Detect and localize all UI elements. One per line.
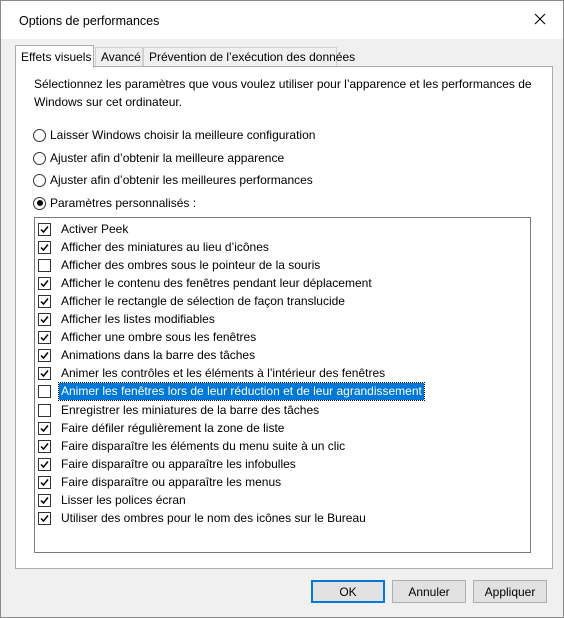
effect-checkbox[interactable] (38, 494, 51, 507)
radio-label: Paramètres personnalisés : (50, 196, 197, 210)
effect-label: Afficher le contenu des fenêtres pendant… (61, 275, 372, 290)
effect-label: Enregistrer les miniatures de la barre d… (61, 402, 320, 417)
checkmark-icon (40, 279, 49, 287)
effect-checkbox[interactable] (38, 421, 51, 435)
radio-button[interactable] (33, 173, 46, 187)
effect-item[interactable]: Afficher des ombres sous le pointeur de … (38, 256, 322, 274)
effect-label: Afficher une ombre sous les fenêtres (61, 330, 257, 345)
effect-checkbox[interactable] (38, 222, 51, 236)
radio-best-appearance[interactable]: Ajuster afin d’obtenir la meilleure appa… (33, 149, 284, 167)
effect-item[interactable]: Animer les contrôles et les éléments à l… (38, 365, 387, 383)
effect-item[interactable]: Faire défiler régulièrement la zone de l… (38, 419, 286, 437)
tab-label: Avancé (101, 50, 141, 64)
effect-item[interactable]: Afficher les listes modifiables (38, 311, 217, 329)
tab-strip: Effets visuels Avancé Prévention de l’ex… (15, 45, 555, 68)
checkmark-icon (40, 316, 49, 324)
effect-checkbox[interactable] (38, 258, 51, 272)
effect-item[interactable]: Animations dans la barre des tâches (38, 347, 257, 365)
apply-button[interactable]: Appliquer (473, 580, 547, 603)
effect-label: Faire défiler régulièrement la zone de l… (61, 420, 285, 435)
effect-item[interactable]: Lisser les polices écran (38, 492, 188, 510)
effect-item[interactable]: Faire disparaître ou apparaître les menu… (38, 473, 283, 491)
visual-effects-list[interactable]: Activer Peek Afficher des miniatures au l… (34, 217, 531, 553)
tab-label: Prévention de l’exécution des données (149, 50, 356, 64)
effect-label: Activer Peek (61, 221, 129, 236)
effect-label: Lisser les polices écran (61, 493, 186, 507)
effect-checkbox[interactable] (38, 313, 51, 326)
effect-item[interactable]: Afficher une ombre sous les fenêtres (38, 329, 258, 347)
close-icon (534, 13, 546, 28)
radio-best-performance[interactable]: Ajuster afin d’obtenir les meilleures pe… (33, 171, 313, 189)
cancel-button[interactable]: Annuler (392, 580, 466, 603)
tab-label: Effets visuels (21, 50, 92, 64)
effect-label: Utiliser des ombres pour le nom des icôn… (61, 511, 366, 526)
effect-checkbox[interactable] (38, 240, 51, 254)
effect-checkbox[interactable] (38, 276, 51, 290)
radio-label: Laisser Windows choisir la meilleure con… (50, 128, 316, 142)
effect-checkbox[interactable] (38, 385, 51, 399)
checkmark-icon (40, 352, 49, 360)
tab-advanced[interactable]: Avancé (95, 47, 143, 66)
radio-custom-settings[interactable]: Paramètres personnalisés : (33, 194, 196, 212)
effect-item[interactable]: Afficher le contenu des fenêtres pendant… (38, 274, 374, 292)
effect-item[interactable]: Animer les fenêtres lors de leur réducti… (38, 382, 425, 402)
effect-checkbox[interactable] (38, 349, 51, 363)
checkmark-icon (40, 334, 49, 342)
checkmark-icon (40, 297, 49, 306)
effect-item[interactable]: Utiliser des ombres pour le nom des icôn… (38, 510, 368, 528)
visual-effects-panel: Sélectionnez les paramètres que vous vou… (15, 66, 553, 569)
effect-label: Afficher des ombres sous le pointeur de … (61, 257, 321, 272)
radio-button[interactable] (33, 196, 46, 210)
effect-label: Faire disparaître ou apparaître les info… (61, 456, 296, 471)
checkmark-icon (40, 243, 49, 251)
checkmark-icon (40, 442, 49, 450)
effect-checkbox[interactable] (38, 403, 51, 417)
radio-button[interactable] (33, 128, 46, 142)
checkmark-icon (40, 225, 49, 233)
effect-label: Animer les contrôles et les éléments à l… (61, 366, 386, 381)
effect-label: Afficher les listes modifiables (61, 312, 215, 326)
performance-options-dialog: Options de performances Effets visuels A… (0, 0, 564, 618)
radio-label: Ajuster afin d’obtenir les meilleures pe… (50, 173, 313, 187)
tab-visual-effects[interactable]: Effets visuels (15, 45, 94, 68)
effect-checkbox[interactable] (38, 367, 51, 381)
effect-item[interactable]: Afficher des miniatures au lieu d’icônes (38, 238, 271, 256)
checkmark-icon (40, 370, 49, 378)
radio-button[interactable] (33, 151, 46, 165)
effect-label: Afficher des miniatures au lieu d’icônes (61, 239, 269, 254)
effect-label: Animations dans la barre des tâches (61, 348, 256, 363)
effect-item[interactable]: Activer Peek (38, 220, 130, 238)
effect-label: Faire disparaître ou apparaître les menu… (61, 474, 282, 489)
effect-label: Afficher le rectangle de sélection de fa… (61, 293, 345, 308)
checkmark-icon (40, 497, 49, 505)
effect-checkbox[interactable] (38, 512, 51, 526)
effect-checkbox[interactable] (38, 439, 51, 453)
radio-label: Ajuster afin d’obtenir la meilleure appa… (50, 151, 285, 165)
ok-button[interactable]: OK (311, 580, 385, 603)
effect-item[interactable]: Afficher le rectangle de sélection de fa… (38, 292, 347, 310)
checkmark-icon (40, 478, 49, 487)
effect-checkbox[interactable] (38, 475, 51, 489)
title-bar: Options de performances (1, 1, 563, 39)
effect-label: Animer les fenêtres lors de leur réducti… (58, 382, 425, 402)
effect-item[interactable]: Faire disparaître les éléments du menu s… (38, 437, 347, 455)
instructions-text: Sélectionnez les paramètres que vous vou… (34, 77, 532, 109)
tab-data-execution-prevention[interactable]: Prévention de l’exécution des données (143, 47, 355, 66)
checkmark-icon (40, 460, 49, 468)
effect-checkbox[interactable] (38, 457, 51, 471)
window-title: Options de performances (19, 14, 160, 28)
effect-label: Faire disparaître les éléments du menu s… (61, 438, 346, 453)
radio-let-windows-choose[interactable]: Laisser Windows choisir la meilleure con… (33, 126, 315, 144)
effect-item[interactable]: Enregistrer les miniatures de la barre d… (38, 401, 321, 419)
effect-item[interactable]: Faire disparaître ou apparaître les info… (38, 455, 298, 473)
checkmark-icon (40, 515, 49, 523)
effect-checkbox[interactable] (38, 331, 51, 345)
checkmark-icon (40, 424, 49, 432)
close-button[interactable] (517, 1, 563, 39)
effect-checkbox[interactable] (38, 294, 51, 308)
